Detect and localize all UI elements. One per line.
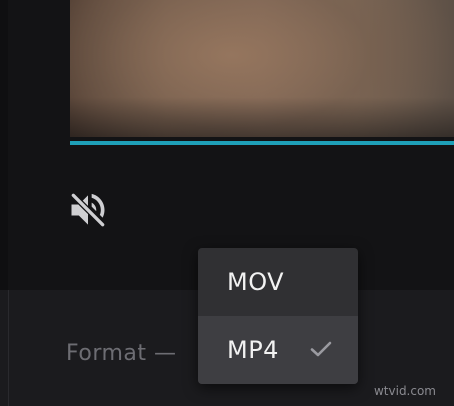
menu-item-mp4[interactable]: MP4: [198, 316, 358, 384]
menu-item-label: MOV: [227, 268, 285, 296]
progress-bar[interactable]: [70, 141, 454, 145]
format-dropdown-menu: MOV MP4: [198, 248, 358, 384]
volume-mute-icon[interactable]: [66, 188, 110, 232]
video-preview[interactable]: [70, 0, 454, 137]
menu-item-label: MP4: [227, 336, 279, 364]
format-label: Format —: [66, 341, 177, 366]
panel-divider: [8, 290, 9, 406]
progress-fill: [70, 141, 454, 145]
menu-item-mov[interactable]: MOV: [198, 248, 358, 316]
watermark: wtvid.com: [373, 384, 436, 398]
check-icon: [310, 341, 332, 357]
